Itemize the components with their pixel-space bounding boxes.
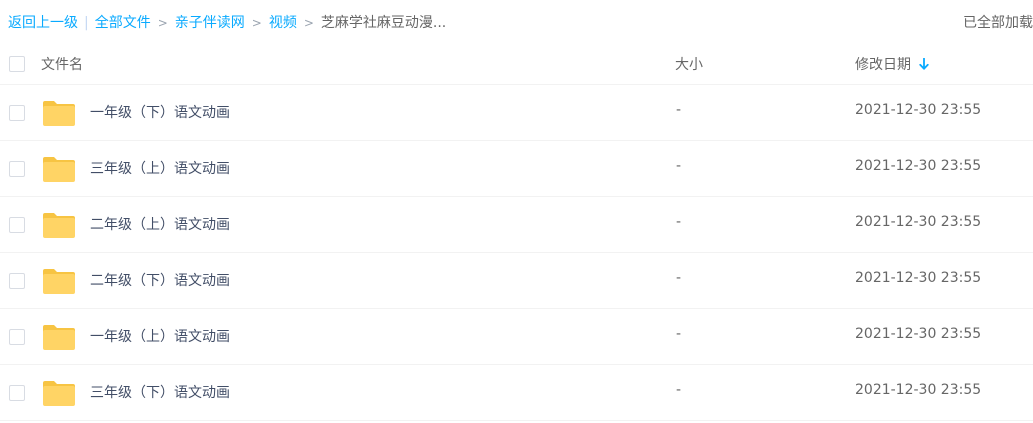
table-row[interactable]: 三年级（下）语文动画 - 2021-12-30 23:55 [0,365,1033,421]
breadcrumb-current: 芝麻学社麻豆动漫... [320,15,447,31]
file-name[interactable]: 三年级（下）语文动画 [90,382,230,402]
folder-icon[interactable] [42,267,76,295]
column-header-name[interactable]: 文件名 [41,54,83,74]
modified-date: 2021-12-30 23:55 [855,326,982,342]
column-header-size[interactable]: 大小 [675,54,703,74]
row-checkbox[interactable] [9,273,25,289]
table-row[interactable]: 一年级（上）语文动画 - 2021-12-30 23:55 [0,309,1033,365]
row-checkbox[interactable] [9,217,25,233]
modified-date: 2021-12-30 23:55 [855,102,982,118]
file-name[interactable]: 三年级（上）语文动画 [90,158,230,178]
file-size: - [676,158,682,174]
back-link[interactable]: 返回上一级 [8,15,78,31]
file-name[interactable]: 二年级（上）语文动画 [90,214,230,234]
folder-icon[interactable] [42,155,76,183]
modified-date: 2021-12-30 23:55 [855,214,982,230]
breadcrumb-arrow: > [303,16,314,30]
folder-icon[interactable] [42,323,76,351]
row-checkbox[interactable] [9,385,25,401]
column-header-date[interactable]: 修改日期 [855,54,929,74]
breadcrumb-divider: | [84,15,89,31]
load-status: 已全部加载 [963,15,1033,31]
modified-date: 2021-12-30 23:55 [855,270,982,286]
row-checkbox[interactable] [9,161,25,177]
folder-icon[interactable] [42,99,76,127]
file-size: - [676,326,682,342]
file-name[interactable]: 二年级（下）语文动画 [90,270,230,290]
column-header-date-label: 修改日期 [855,57,911,73]
file-browser: 返回上一级 | 全部文件 > 亲子伴读网 > 视频 > 芝麻学社麻豆动漫... 已全部加载 文件… [0,0,1033,423]
breadcrumb-item-video[interactable]: 视频 [269,15,297,31]
row-checkbox[interactable] [9,329,25,345]
table-header: 文件名 大小 修改日期 [0,46,1033,85]
folder-icon[interactable] [42,211,76,239]
file-size: - [676,102,682,118]
arrow-down-icon[interactable] [919,58,929,70]
breadcrumb-item-all-files[interactable]: 全部文件 [95,15,151,31]
modified-date: 2021-12-30 23:55 [855,158,982,174]
breadcrumb-arrow: > [157,16,168,30]
file-size: - [676,382,682,398]
table-row[interactable]: 一年级（下）语文动画 - 2021-12-30 23:55 [0,85,1033,141]
breadcrumb-arrow: > [251,16,262,30]
breadcrumb: 返回上一级 | 全部文件 > 亲子伴读网 > 视频 > 芝麻学社麻豆动漫... [8,13,446,33]
table-row[interactable]: 二年级（下）语文动画 - 2021-12-30 23:55 [0,253,1033,309]
file-size: - [676,270,682,286]
table-row[interactable]: 三年级（上）语文动画 - 2021-12-30 23:55 [0,141,1033,197]
row-checkbox[interactable] [9,105,25,121]
table-row[interactable]: 二年级（上）语文动画 - 2021-12-30 23:55 [0,197,1033,253]
select-all-checkbox[interactable] [9,56,25,72]
breadcrumb-item-folder[interactable]: 亲子伴读网 [175,15,245,31]
file-size: - [676,214,682,230]
file-name[interactable]: 一年级（上）语文动画 [90,326,230,346]
file-name[interactable]: 一年级（下）语文动画 [90,102,230,122]
modified-date: 2021-12-30 23:55 [855,382,982,398]
breadcrumb-bar: 返回上一级 | 全部文件 > 亲子伴读网 > 视频 > 芝麻学社麻豆动漫... 已全部加载 [0,0,1033,46]
folder-icon[interactable] [42,379,76,407]
